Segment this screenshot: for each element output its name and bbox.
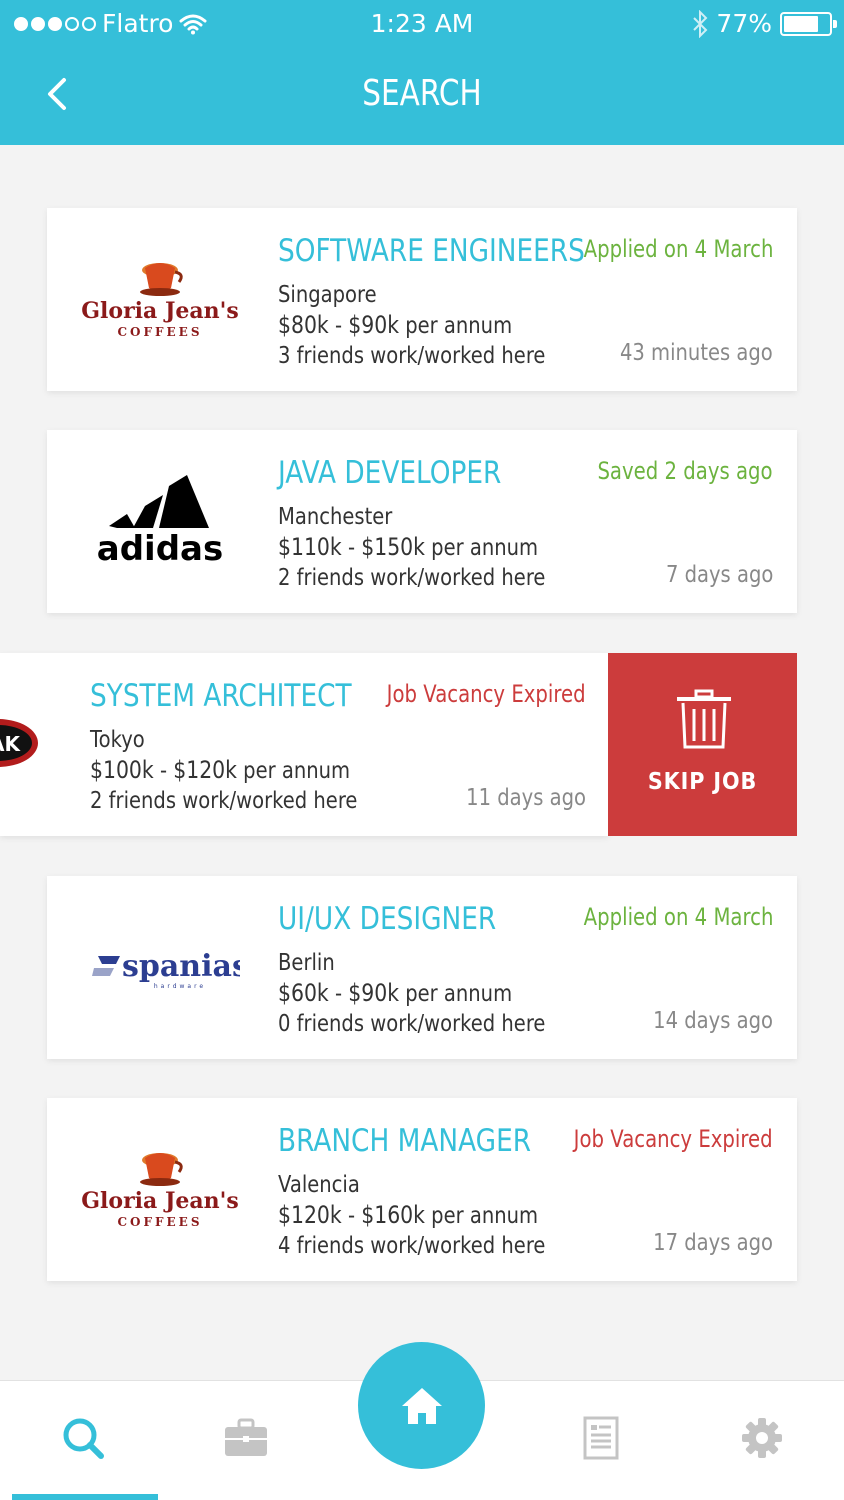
spanias-wordmark: spanias	[122, 949, 240, 984]
job-salary: $100k - $120k per annum	[90, 756, 351, 784]
chevron-left-icon	[48, 78, 66, 110]
job-posted-time: 17 days ago	[653, 1230, 773, 1256]
job-salary: $110k - $150k per annum	[278, 533, 539, 561]
battery-level	[784, 15, 818, 32]
job-card-swiped[interactable]: AK SYSTEM ARCHITECT Job Vacancy Expired …	[0, 653, 608, 836]
job-friends: 4 friends work/worked here	[278, 1233, 546, 1259]
job-location: Manchester	[278, 504, 393, 530]
job-details: Valencia $120k - $160k per annum 4 frien…	[278, 1170, 545, 1261]
skip-job-label: SKIP JOB	[647, 769, 758, 795]
job-card[interactable]: Gloria Jean's COFFEES SOFTWARE ENGINEERS…	[47, 208, 797, 391]
job-posted-time: 43 minutes ago	[620, 340, 773, 366]
adidas-stripes-icon	[109, 475, 209, 528]
tab-applications[interactable]	[576, 1413, 626, 1463]
gloria-jeans-logo: Gloria Jean's COFFEES	[67, 238, 253, 358]
job-title[interactable]: SOFTWARE ENGINEERS	[278, 233, 585, 269]
job-details: Tokyo $100k - $120k per annum 2 friends …	[90, 725, 357, 816]
job-title[interactable]: UI/UX DESIGNER	[278, 901, 496, 937]
job-status: Applied on 4 March	[583, 235, 773, 263]
job-status: Job Vacancy Expired	[574, 1125, 773, 1153]
job-friends: 3 friends work/worked here	[278, 343, 546, 369]
job-salary: $120k - $160k per annum	[278, 1201, 539, 1229]
search-icon	[63, 1418, 104, 1459]
briefcase-icon	[225, 1418, 267, 1456]
job-details: Manchester $110k - $150k per annum 2 fri…	[278, 502, 545, 593]
home-icon	[401, 1387, 442, 1424]
partial-logo-text: AK	[0, 732, 21, 756]
job-title[interactable]: BRANCH MANAGER	[278, 1123, 531, 1159]
status-right: 77%	[692, 9, 837, 38]
job-card[interactable]: adidas JAVA DEVELOPER Saved 2 days ago M…	[47, 430, 797, 613]
active-tab-indicator	[12, 1494, 158, 1500]
page-title: SEARCH	[362, 73, 482, 114]
job-status: Job Vacancy Expired	[387, 680, 586, 708]
status-bar: Flatro 1:23 AM 77%	[0, 0, 844, 50]
job-friends: 2 friends work/worked here	[278, 565, 546, 591]
spanias-subtext: hardware	[154, 983, 206, 990]
job-posted-time: 14 days ago	[653, 1008, 773, 1034]
coffee-cup-icon	[140, 1153, 183, 1186]
document-icon	[583, 1416, 619, 1460]
job-card[interactable]: spanias hardware UI/UX DESIGNER Applied …	[47, 876, 797, 1059]
gloria-wordmark: Gloria Jean's	[81, 1188, 238, 1214]
partial-logo: AK	[0, 713, 40, 773]
back-button[interactable]	[40, 74, 76, 114]
job-details: Singapore $80k - $90k per annum 3 friend…	[278, 280, 545, 371]
gloria-wordmark: Gloria Jean's	[81, 298, 238, 324]
job-card[interactable]: Gloria Jean's COFFEES BRANCH MANAGER Job…	[47, 1098, 797, 1281]
adidas-logo: adidas	[67, 460, 253, 580]
battery-icon	[780, 11, 837, 36]
spanias-logo: spanias hardware	[67, 906, 253, 1026]
spanias-s-mark-icon	[92, 956, 120, 976]
job-location: Valencia	[278, 1172, 360, 1198]
tab-jobs[interactable]	[221, 1413, 271, 1463]
job-status: Saved 2 days ago	[597, 457, 773, 485]
job-salary: $60k - $90k per annum	[278, 979, 513, 1007]
bluetooth-icon	[693, 9, 708, 38]
job-status: Applied on 4 March	[583, 903, 773, 931]
job-friends: 2 friends work/worked here	[90, 788, 358, 814]
job-posted-time: 11 days ago	[466, 785, 586, 811]
job-location: Tokyo	[90, 727, 145, 753]
job-friends: 0 friends work/worked here	[278, 1011, 546, 1037]
tab-search[interactable]	[58, 1413, 108, 1463]
coffee-cup-icon	[140, 263, 183, 296]
job-posted-time: 7 days ago	[665, 562, 773, 588]
skip-job-button[interactable]: SKIP JOB	[608, 653, 797, 836]
adidas-wordmark: adidas	[97, 529, 223, 569]
app-header: Flatro 1:23 AM 77% SEARCH	[0, 0, 844, 145]
battery-percent: 77%	[716, 9, 772, 38]
job-title[interactable]: JAVA DEVELOPER	[278, 455, 501, 491]
home-button[interactable]	[358, 1342, 485, 1469]
gloria-subtext: COFFEES	[117, 1215, 202, 1229]
job-details: Berlin $60k - $90k per annum 0 friends w…	[278, 948, 545, 1039]
job-title[interactable]: SYSTEM ARCHITECT	[90, 678, 352, 714]
gloria-jeans-logo: Gloria Jean's COFFEES	[67, 1128, 253, 1248]
job-salary: $80k - $90k per annum	[278, 311, 513, 339]
gear-icon	[742, 1418, 782, 1458]
job-location: Singapore	[278, 282, 377, 308]
trash-icon	[677, 689, 731, 749]
tab-settings[interactable]	[737, 1413, 787, 1463]
gloria-subtext: COFFEES	[117, 325, 202, 339]
job-location: Berlin	[278, 950, 335, 976]
